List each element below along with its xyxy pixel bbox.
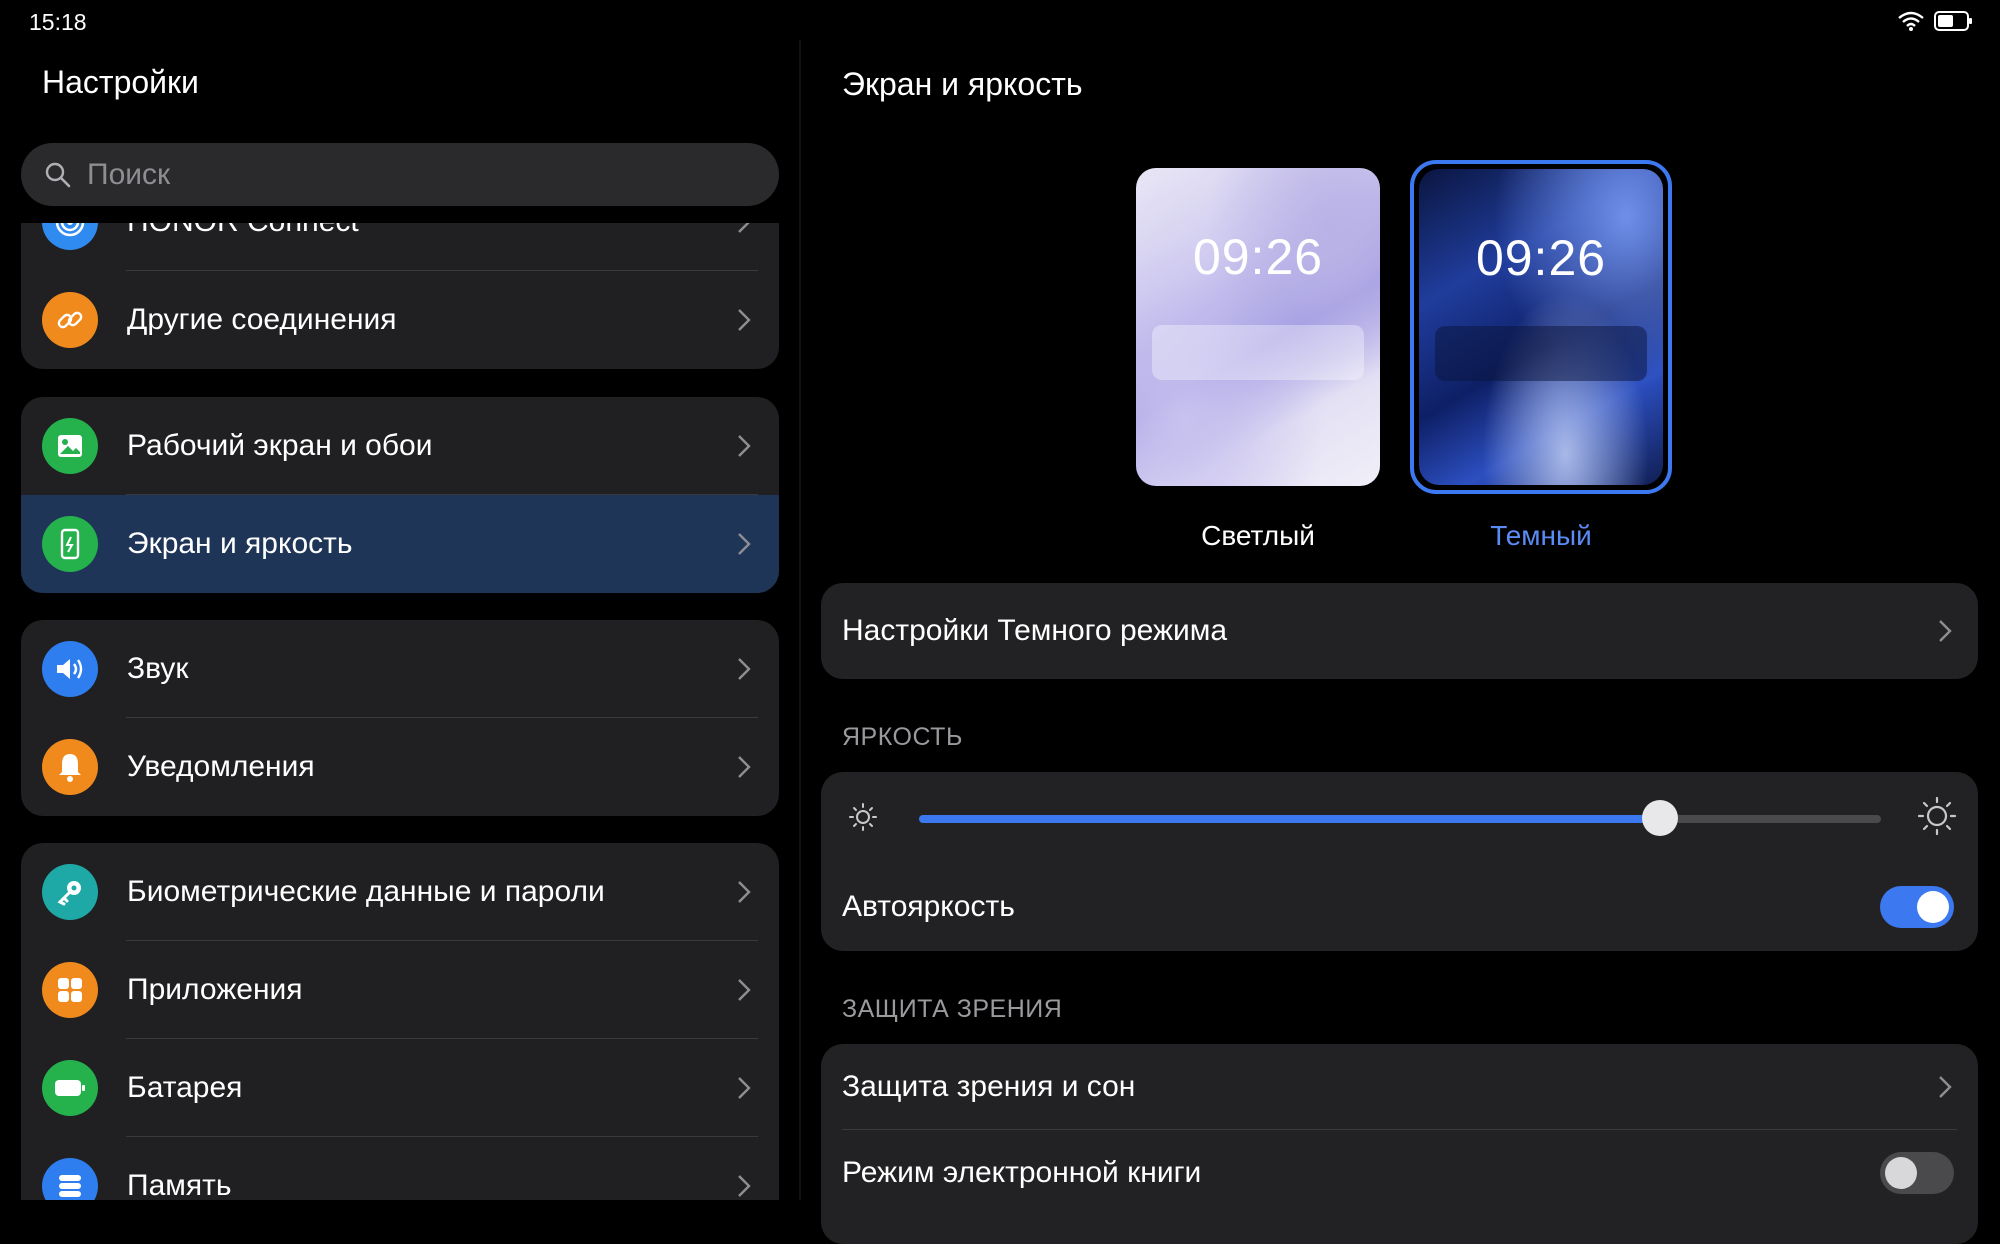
brightness-low-icon: [849, 803, 877, 831]
ebook-mode-row[interactable]: Режим электронной книги: [821, 1130, 1978, 1216]
battery-icon: [1934, 11, 1972, 31]
preview-clock: 09:26: [1192, 229, 1324, 285]
link-icon: [42, 292, 98, 348]
settings-group-system: Биометрические данные и пароли Приложени…: [21, 843, 779, 1200]
sidebar-item-storage[interactable]: Память: [21, 1137, 779, 1200]
theme-dark-preview[interactable]: 09:26: [1419, 169, 1663, 485]
theme-light-preview[interactable]: 09:26: [1136, 168, 1380, 486]
sidebar-item-sound[interactable]: Звук: [21, 620, 779, 718]
speaker-icon: [42, 641, 98, 697]
brightness-slider[interactable]: [919, 800, 1881, 836]
sidebar-item-label: Уведомления: [127, 750, 315, 783]
battery-icon: [42, 1060, 98, 1116]
settings-group-connections: HONOR Connect Другие соединения: [21, 223, 779, 369]
dark-mode-settings-row[interactable]: Настройки Темного режима: [821, 583, 1978, 679]
preview-clock: 09:26: [1475, 230, 1607, 286]
sidebar-item-honor-connect[interactable]: HONOR Connect: [21, 223, 779, 271]
key-icon: [42, 864, 98, 920]
status-icons: [1898, 10, 1974, 32]
dark-mode-settings-label: Настройки Темного режима: [842, 614, 1228, 647]
sidebar-item-label: HONOR Connect: [127, 223, 735, 239]
brightness-card: Автояркость: [821, 772, 1978, 951]
sidebar-item-apps[interactable]: Приложения: [21, 941, 779, 1039]
storage-icon: [42, 1158, 98, 1200]
sidebar-item-label: Рабочий экран и обои: [127, 429, 433, 462]
auto-brightness-row[interactable]: Автояркость: [821, 862, 1978, 951]
brightness-slider-thumb[interactable]: [1641, 800, 1678, 836]
sidebar-item-label: Память: [127, 1169, 232, 1200]
sidebar-item-label: Другие соединения: [127, 303, 397, 336]
sidebar-item-label: Приложения: [127, 973, 303, 1006]
brightness-section-header: ЯРКОСТЬ: [842, 723, 963, 751]
dark-mode-settings-card: Настройки Темного режима: [821, 583, 1978, 679]
wifi-icon: [1898, 11, 1924, 31]
auto-brightness-toggle[interactable]: [1880, 885, 1954, 928]
preview-widget: [1435, 326, 1647, 381]
settings-list[interactable]: HONOR Connect Другие соединения Рабочий …: [0, 223, 790, 1200]
theme-light-label[interactable]: Светлый: [1136, 520, 1380, 552]
status-time: 15:18: [29, 9, 87, 35]
page-title: Настройки: [42, 64, 199, 100]
detail-title: Экран и яркость: [842, 66, 1083, 102]
preview-widget: [1152, 325, 1364, 380]
sidebar-item-label: Экран и яркость: [127, 527, 353, 560]
theme-dark-label[interactable]: Темный: [1419, 520, 1663, 552]
chevron-right-icon: [738, 979, 751, 1001]
brightness-slider-row: [821, 772, 1978, 862]
chevron-right-icon: [738, 1077, 751, 1099]
pane-divider: [799, 40, 801, 1200]
sidebar-item-notifications[interactable]: Уведомления: [21, 718, 779, 816]
honor-connect-icon: [42, 223, 98, 250]
sidebar-item-biometrics[interactable]: Биометрические данные и пароли: [21, 843, 779, 941]
search-icon: [45, 162, 71, 187]
settings-group-sound: Звук Уведомления: [21, 620, 779, 816]
chevron-right-icon: [738, 658, 751, 680]
brightness-slider-fill: [919, 815, 1660, 823]
search-input[interactable]: [85, 156, 729, 193]
sidebar-item-label: Биометрические данные и пароли: [127, 875, 605, 908]
ebook-mode-label: Режим электронной книги: [842, 1156, 1202, 1189]
sidebar-item-display-brightness[interactable]: Экран и яркость: [21, 495, 779, 593]
sidebar-item-label: Батарея: [127, 1071, 243, 1104]
chevron-right-icon: [738, 223, 750, 233]
eye-section-header: ЗАЩИТА ЗРЕНИЯ: [842, 995, 1063, 1023]
chevron-right-icon: [738, 435, 751, 457]
sidebar-item-label: Звук: [127, 652, 189, 685]
sidebar-item-other-connections[interactable]: Другие соединения: [21, 271, 779, 369]
chevron-right-icon: [738, 1175, 751, 1197]
brightness-high-icon: [1917, 796, 1957, 836]
chevron-right-icon: [738, 309, 751, 331]
chevron-right-icon: [1939, 1076, 1952, 1098]
chevron-right-icon: [738, 881, 751, 903]
settings-group-display: Рабочий экран и обои Экран и яркость: [21, 397, 779, 593]
chevron-right-icon: [738, 533, 751, 555]
auto-brightness-label: Автояркость: [842, 889, 1015, 923]
sidebar-item-battery[interactable]: Батарея: [21, 1039, 779, 1137]
chevron-right-icon: [1939, 620, 1952, 642]
ebook-mode-toggle[interactable]: [1880, 1152, 1954, 1194]
search-bar[interactable]: [21, 143, 779, 206]
display-icon: [42, 516, 98, 572]
eye-comfort-card: Защита зрения и сон Режим электронной кн…: [821, 1044, 1978, 1244]
sidebar-item-home-wallpaper[interactable]: Рабочий экран и обои: [21, 397, 779, 495]
chevron-right-icon: [738, 756, 751, 778]
image-icon: [42, 418, 98, 474]
apps-icon: [42, 962, 98, 1018]
eye-comfort-row[interactable]: Защита зрения и сон: [821, 1044, 1978, 1130]
eye-comfort-label: Защита зрения и сон: [842, 1070, 1136, 1103]
bell-icon: [42, 739, 98, 795]
